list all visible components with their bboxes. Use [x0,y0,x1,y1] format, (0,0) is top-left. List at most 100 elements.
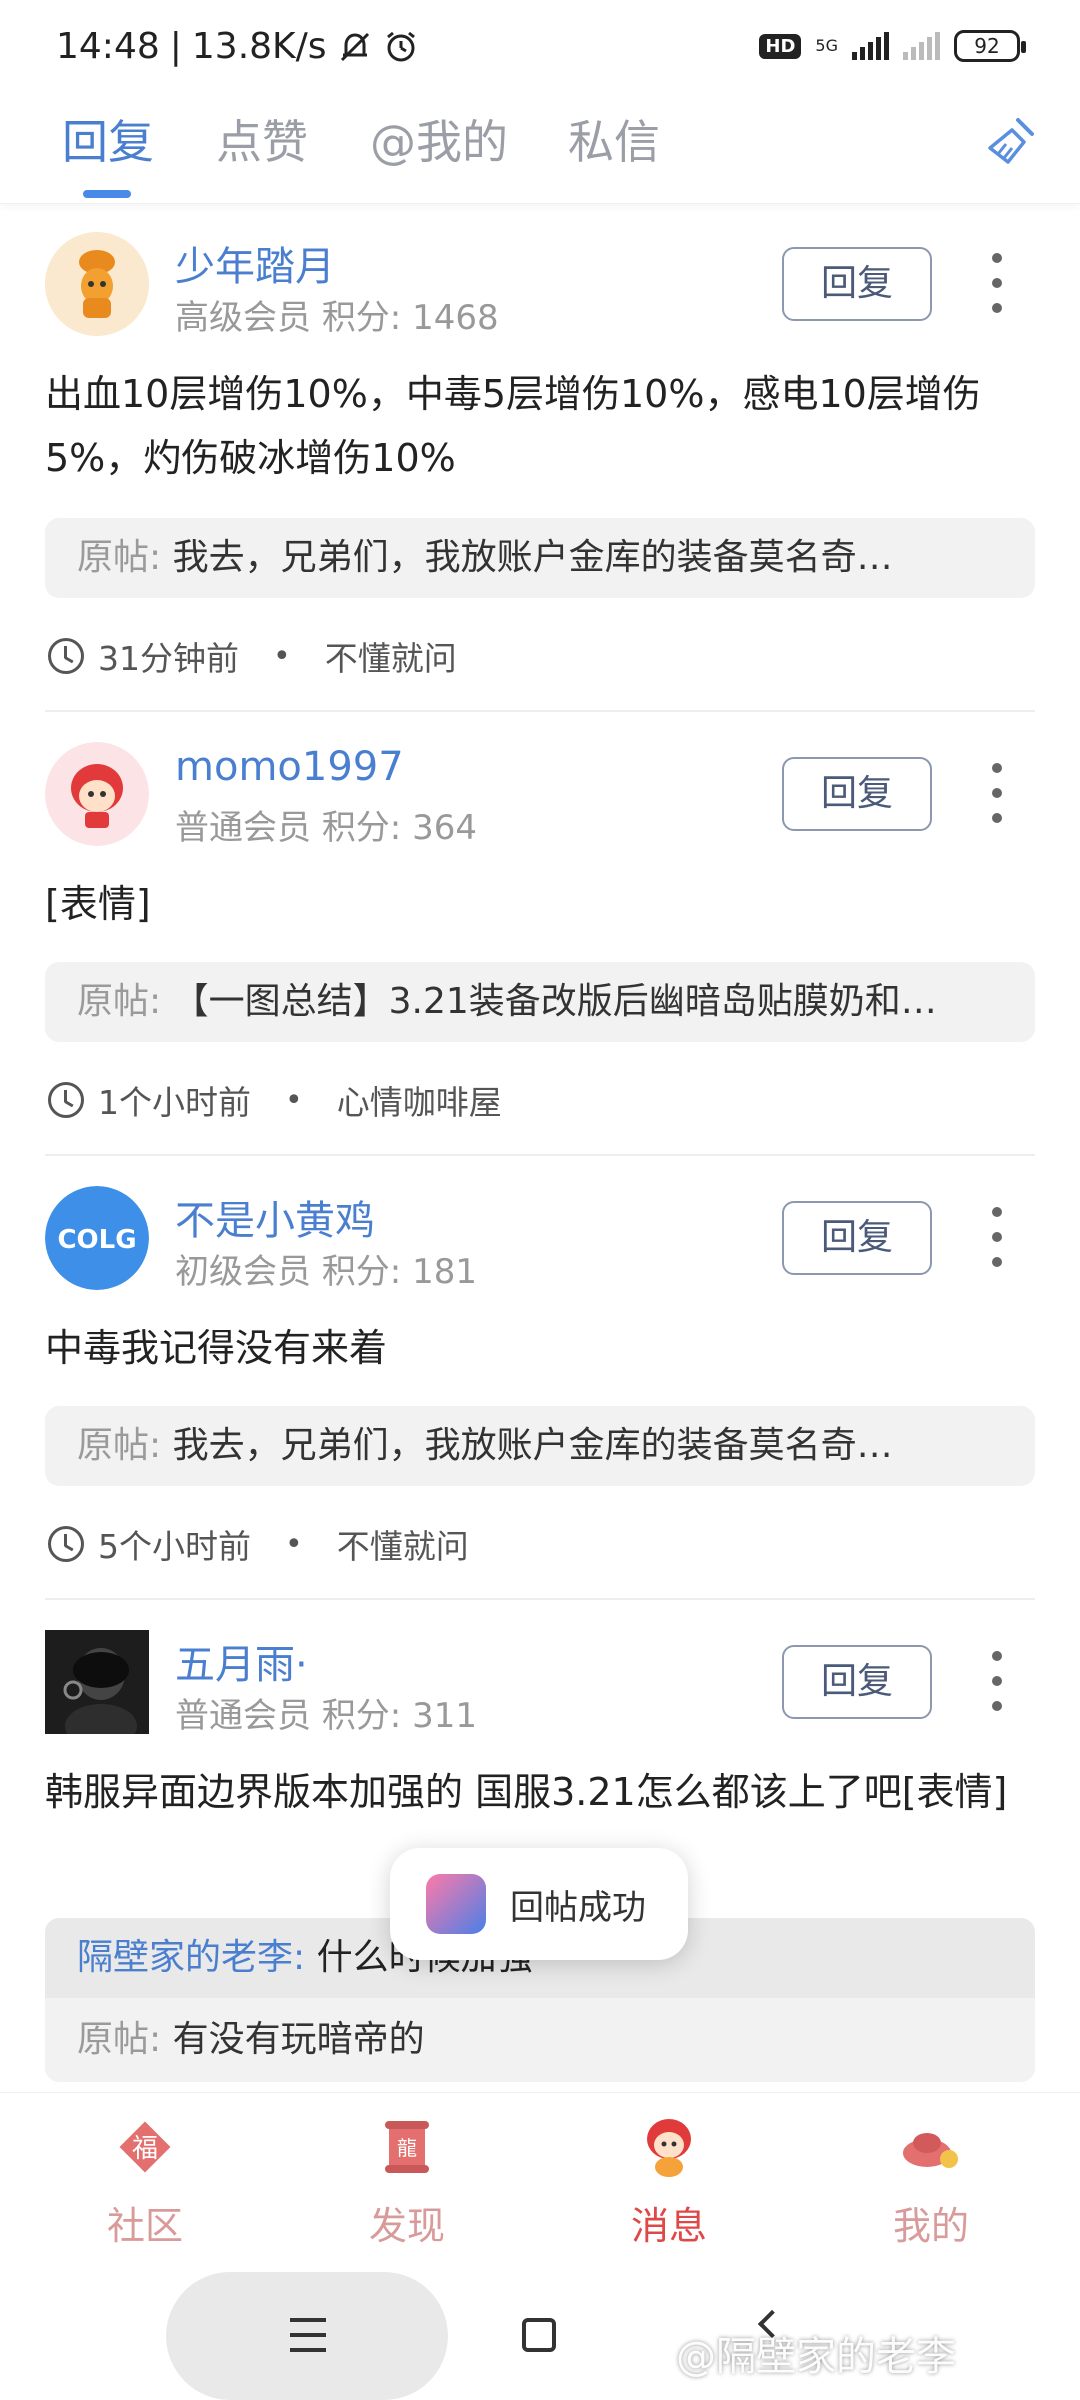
bottom-navigation: 福 社区 龍 发现 消息 我的 [0,2092,1080,2272]
member-level: 普通会员 [175,1696,311,1736]
divider [45,710,1035,712]
status-time: 14:48 [56,26,160,67]
battery-icon: 92 [954,30,1026,62]
post-meta: 1个小时前 • 心情咖啡屋 [48,1076,502,1124]
tab-likes[interactable]: 点赞 [216,106,308,172]
member-level: 普通会员 [175,808,311,848]
avatar[interactable] [45,1630,149,1734]
tab-mentions[interactable]: @我的 [370,106,508,172]
status-left: 14:48 | 13.8K/s [56,26,419,67]
more-icon[interactable] [985,253,1009,313]
reply-content[interactable]: 出血10层增伤10%，中毒5层增伤10%，感电10层增伤5%，灼伤破冰增伤10% [45,362,1035,490]
separator-dot: • [285,1526,303,1562]
tab-indicator [83,190,131,198]
signal-secondary-icon [903,32,940,60]
reply-button[interactable]: 回复 [782,247,932,321]
app-logo-icon [426,1874,486,1934]
user-meta: 初级会员 积分: 181 [175,1244,477,1293]
post-meta: 5个小时前 • 不懂就问 [48,1520,469,1568]
svg-text:COLG: COLG [57,1225,136,1255]
nav-label: 消息 [630,2204,707,2248]
post-time: 1个小时前 [98,1083,251,1122]
nav-discover[interactable]: 龍 发现 [332,2115,482,2250]
quote-text: 我去，兄弟们，我放账户金库的装备莫名奇… [172,537,893,578]
message-tabs: 回复 点赞 @我的 私信 [0,96,1080,204]
user-score: 积分: 181 [321,1252,477,1292]
nav-label: 社区 [106,2204,183,2248]
original-post-quote[interactable]: 原帖: 有没有玩暗帝的 [45,1998,1035,2082]
reply-button[interactable]: 回复 [782,757,932,831]
signal-icon [852,32,889,60]
user-score: 积分: 364 [321,808,477,848]
nav-profile[interactable]: 我的 [856,2115,1006,2250]
original-post-quote[interactable]: 原帖: 【一图总结】3.21装备改版后幽暗岛贴膜奶和… [45,962,1035,1042]
reply-button[interactable]: 回复 [782,1201,932,1275]
status-bar: 14:48 | 13.8K/s HD 5G 92 [0,0,1080,96]
quote-text: 有没有玩暗帝的 [172,2019,425,2060]
separator-dot: • [273,638,291,674]
original-post-quote[interactable]: 原帖: 我去，兄弟们，我放账户金库的装备莫名奇… [45,518,1035,598]
toast-message: 回帖成功 [510,1887,646,1928]
post-time: 31分钟前 [98,639,239,678]
mascot-icon [647,2119,691,2177]
network-speed: 13.8K/s [191,26,327,67]
tab-private-messages[interactable]: 私信 [568,106,660,172]
avatar[interactable]: COLG [45,1186,149,1290]
nav-messages[interactable]: 消息 [594,2115,744,2250]
status-right: HD 5G 92 [759,30,1026,62]
dragon-scroll-icon: 龍 [385,2121,429,2173]
replied-user: 隔壁家的老李: [77,1937,306,1978]
post-meta: 31分钟前 • 不懂就问 [48,632,457,680]
nav-label: 发现 [368,2204,445,2248]
clear-broom-icon[interactable] [980,112,1040,172]
forum-name[interactable]: 不懂就问 [337,1520,469,1568]
tab-reply[interactable]: 回复 [62,106,154,172]
menu-icon[interactable] [290,2318,326,2352]
forum-name[interactable]: 不懂就问 [325,632,457,680]
username[interactable]: momo1997 [175,744,404,790]
avatar[interactable] [45,232,149,336]
bell-muted-icon [340,32,369,61]
more-icon[interactable] [985,1207,1009,1267]
user-score: 积分: 1468 [321,298,499,338]
quote-label: 原帖: [77,981,162,1022]
post-time: 5个小时前 [98,1527,251,1566]
reply-content[interactable]: 韩服异面边界版本加强的 国服3.21怎么都该上了吧[表情] [45,1760,1035,1824]
quote-text: 我去，兄弟们，我放账户金库的装备莫名奇… [172,1425,893,1466]
svg-text:福: 福 [132,2134,158,2164]
user-meta: 普通会员 积分: 364 [175,800,477,849]
more-icon[interactable] [985,763,1009,823]
svg-text:龍: 龍 [397,2136,417,2160]
user-meta: 高级会员 积分: 1468 [175,290,499,339]
divider [45,1598,1035,1600]
toast-notification: 回帖成功 [390,1848,688,1960]
user-meta: 普通会员 积分: 311 [175,1688,477,1737]
reply-button[interactable]: 回复 [782,1645,932,1719]
quote-label: 原帖: [77,2019,162,2060]
username[interactable]: 少年踏月 [175,234,335,292]
quote-label: 原帖: [77,1425,162,1466]
member-level: 初级会员 [175,1252,311,1292]
clock-icon [48,1526,84,1562]
watermark: @隔壁家的老李 [676,2334,956,2380]
separator-dot: • [285,1082,303,1118]
divider [45,1154,1035,1156]
forum-name[interactable]: 心情咖啡屋 [337,1076,502,1124]
member-level: 高级会员 [175,298,311,338]
user-score: 积分: 311 [321,1696,477,1736]
avatar[interactable] [45,742,149,846]
reply-content[interactable]: [表情] [45,872,1035,936]
username[interactable]: 不是小黄鸡 [175,1188,375,1246]
username[interactable]: 五月雨· [175,1632,308,1690]
clock-icon [48,1082,84,1118]
nav-label: 我的 [892,2204,969,2248]
gold-ingot-icon [903,2133,958,2168]
status-sep: | [169,26,182,67]
nav-community[interactable]: 福 社区 [70,2115,220,2250]
clock-icon [48,638,84,674]
more-icon[interactable] [985,1651,1009,1711]
original-post-quote[interactable]: 原帖: 我去，兄弟们，我放账户金库的装备莫名奇… [45,1406,1035,1486]
alarm-icon [386,31,415,61]
home-icon[interactable] [522,2318,556,2352]
reply-content[interactable]: 中毒我记得没有来着 [45,1316,1035,1380]
